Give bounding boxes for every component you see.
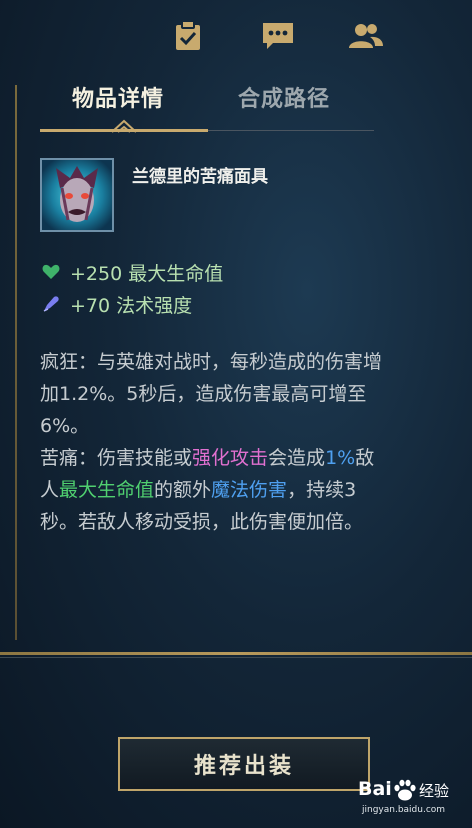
item-stats: +250 最大生命值 +70 法术强度 <box>40 256 440 320</box>
friends-icon[interactable] <box>348 18 384 54</box>
passive-madness: 疯狂：与英雄对战时，每秒造成的伤害增加1.2%。5秒后，造成伤害最高可增至6%。 <box>40 346 385 442</box>
keyword-percent: 1% <box>325 447 356 469</box>
item-tabs: 物品详情 合成路径 <box>40 75 374 137</box>
item-name: 兰德里的苦痛面具 <box>132 167 268 187</box>
item-header: 兰德里的苦痛面具 <box>40 158 440 238</box>
keyword-magic-damage: 魔法伤害 <box>211 479 288 501</box>
ability-power-icon <box>40 293 62 315</box>
watermark-brand-suffix: 经验 <box>419 782 450 800</box>
torment-text-1: 伤害技能或 <box>97 447 193 469</box>
clipboard-check-icon[interactable] <box>170 18 206 54</box>
panel-left-border <box>15 85 17 640</box>
tab-indicator-notch <box>111 119 137 133</box>
watermark-brand: Bai <box>358 778 392 800</box>
panel-bottom-border <box>0 652 472 655</box>
stat-health-text: +250 最大生命值 <box>70 262 224 285</box>
torment-text-4: 的额外 <box>154 479 212 501</box>
watermark-url: jingyan.baidu.com <box>362 805 446 815</box>
panel-bottom-shadow <box>0 657 472 658</box>
passive-madness-label: 疯狂： <box>40 351 98 373</box>
tab-divider <box>208 130 374 131</box>
keyword-empowered-attack: 强化攻击 <box>192 447 269 469</box>
tab-item-details[interactable]: 物品详情 <box>72 81 164 113</box>
torment-text-2: 会造成 <box>268 447 326 469</box>
top-bar <box>0 14 472 60</box>
keyword-max-health: 最大生命值 <box>59 479 155 501</box>
paw-icon <box>394 779 416 801</box>
recommend-build-button[interactable]: 推荐出装 <box>118 737 370 791</box>
stat-ability-power-text: +70 法术强度 <box>70 294 193 317</box>
stat-health: +250 最大生命值 <box>40 256 440 288</box>
passive-torment: 苦痛：伤害技能或强化攻击会造成1%敌人最大生命值的额外魔法伤害，持续3秒。若敌人… <box>40 442 385 538</box>
baidu-watermark: Bai 经验 jingyan.baidu.com <box>358 776 468 822</box>
stat-ability-power: +70 法术强度 <box>40 288 440 320</box>
passive-torment-label: 苦痛： <box>40 447 98 469</box>
chat-icon[interactable] <box>260 18 296 54</box>
liandry-mask-icon <box>40 158 114 232</box>
tab-build-path[interactable]: 合成路径 <box>238 81 330 113</box>
item-description: 疯狂：与英雄对战时，每秒造成的伤害增加1.2%。5秒后，造成伤害最高可增至6%。… <box>40 346 385 538</box>
heart-icon <box>40 261 62 283</box>
